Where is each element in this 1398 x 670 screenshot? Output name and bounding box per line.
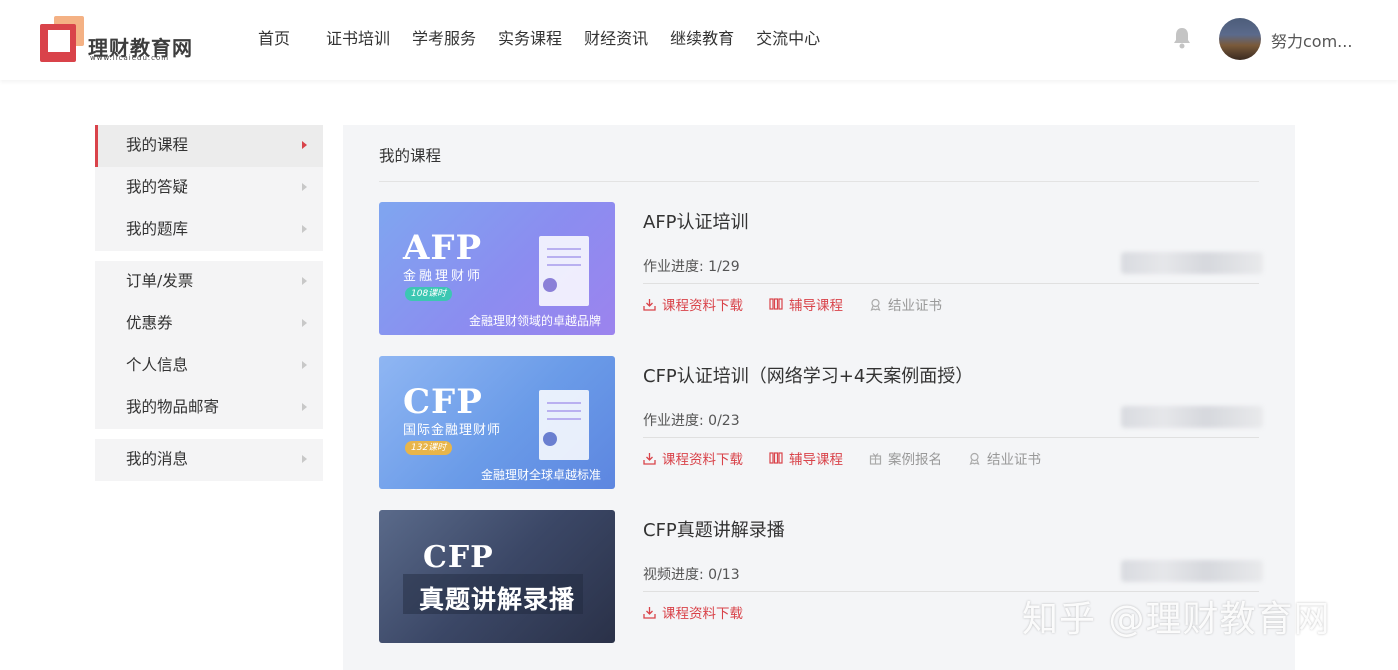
award-icon — [969, 452, 980, 465]
top-header: 理财教育网 www.licaiedu.com 首页 证书培训 学考服务 实务课程… — [0, 0, 1398, 80]
course-card: CFP 国际金融理财师 132课时 金融理财全球卓越标准 CFP认证培训（网络学… — [379, 356, 1263, 490]
download-materials-button[interactable]: 课程资料下载 — [643, 448, 743, 468]
nav-certificate-training[interactable]: 证书培训 — [326, 28, 390, 52]
download-materials-button[interactable]: 课程资料下载 — [643, 294, 743, 314]
sidebar-item-my-qa[interactable]: 我的答疑 — [95, 167, 323, 209]
blurred-info — [1121, 252, 1263, 274]
nav-home[interactable]: 首页 — [258, 28, 290, 52]
tutoring-course-button[interactable]: 辅导课程 — [769, 294, 843, 314]
download-materials-button[interactable]: 课程资料下载 — [643, 602, 743, 622]
sidebar-group-study: 我的课程 我的答疑 我的题库 — [95, 125, 323, 251]
course-title[interactable]: CFP真题讲解录播 — [643, 516, 785, 542]
main-nav: 首页 证书培训 学考服务 实务课程 财经资讯 继续教育 交流中心 — [258, 28, 842, 52]
chevron-right-icon — [302, 319, 307, 327]
course-actions: 课程资料下载 辅导课程 结业证书 — [643, 294, 968, 314]
case-registration-button[interactable]: 案例报名 — [869, 448, 942, 468]
course-actions: 课程资料下载 — [643, 602, 769, 622]
divider — [643, 437, 1259, 438]
completion-certificate-button[interactable]: 结业证书 — [869, 294, 942, 314]
nav-finance-news[interactable]: 财经资讯 — [584, 28, 648, 52]
course-cover-image[interactable]: CFP 真题讲解录播 — [379, 510, 615, 643]
video-progress: 视频进度: 0/13 — [643, 567, 740, 583]
chevron-right-icon — [302, 277, 307, 285]
books-icon — [769, 298, 783, 310]
chevron-right-icon — [302, 403, 307, 411]
logo-mark — [40, 16, 88, 62]
course-cover-image[interactable]: CFP 国际金融理财师 132课时 金融理财全球卓越标准 — [379, 356, 615, 489]
chevron-right-icon — [302, 225, 307, 233]
chevron-right-icon — [302, 141, 307, 149]
course-title[interactable]: AFP认证培训 — [643, 208, 749, 234]
award-icon — [870, 298, 881, 311]
download-icon — [643, 298, 656, 311]
sidebar-item-shipping[interactable]: 我的物品邮寄 — [95, 387, 323, 429]
avatar[interactable] — [1219, 18, 1261, 60]
sidebar-item-personal-info[interactable]: 个人信息 — [95, 345, 323, 387]
watermark: 知乎 @理财教育网 — [1022, 599, 1331, 640]
course-cover-image[interactable]: AFP 金融理财师 108课时 金融理财领域的卓越品牌 — [379, 202, 615, 335]
nav-continuing-education[interactable]: 继续教育 — [670, 28, 734, 52]
sidebar-group-account: 订单/发票 优惠券 个人信息 我的物品邮寄 — [95, 261, 323, 429]
homework-progress: 作业进度: 1/29 — [643, 259, 740, 275]
sidebar-item-orders-invoices[interactable]: 订单/发票 — [95, 261, 323, 303]
page-title: 我的课程 — [379, 147, 442, 165]
sidebar-item-my-courses[interactable]: 我的课程 — [95, 125, 323, 167]
divider — [643, 283, 1259, 284]
sidebar-item-my-question-bank[interactable]: 我的题库 — [95, 209, 323, 251]
blurred-info — [1121, 406, 1263, 428]
blurred-info — [1121, 560, 1263, 582]
course-title[interactable]: CFP认证培训（网络学习+4天案例面授） — [643, 362, 973, 388]
sidebar-item-coupons[interactable]: 优惠券 — [95, 303, 323, 345]
homework-progress: 作业进度: 0/23 — [643, 413, 740, 429]
chevron-right-icon — [302, 455, 307, 463]
logo-url: www.licaiedu.com — [90, 54, 170, 62]
download-icon — [643, 606, 656, 619]
course-card: AFP 金融理财师 108课时 金融理财领域的卓越品牌 AFP认证培训 作业进度… — [379, 202, 1263, 336]
sidebar: 我的课程 我的答疑 我的题库 订单/发票 优惠券 个人信息 我的物品邮寄 我的消… — [95, 125, 323, 491]
completion-certificate-button[interactable]: 结业证书 — [968, 448, 1041, 468]
certificate-icon — [539, 390, 589, 460]
nav-practical-courses[interactable]: 实务课程 — [498, 28, 562, 52]
site-logo[interactable]: 理财教育网 www.licaiedu.com — [40, 16, 192, 64]
tutoring-course-button[interactable]: 辅导课程 — [769, 448, 843, 468]
bell-icon[interactable] — [1172, 26, 1192, 50]
main-panel: 我的课程 AFP 金融理财师 108课时 金融理财领域的卓越品牌 AFP认证培训… — [343, 125, 1295, 670]
nav-community[interactable]: 交流中心 — [756, 28, 820, 52]
username[interactable]: 努力com... — [1271, 28, 1352, 52]
books-icon — [769, 452, 783, 464]
gift-icon — [869, 452, 882, 465]
nav-exam-service[interactable]: 学考服务 — [412, 28, 476, 52]
certificate-icon — [539, 236, 589, 306]
sidebar-item-my-messages[interactable]: 我的消息 — [95, 439, 323, 481]
chevron-right-icon — [302, 361, 307, 369]
chevron-right-icon — [302, 183, 307, 191]
sidebar-group-messages: 我的消息 — [95, 439, 323, 481]
course-actions: 课程资料下载 辅导课程 案例报名 结业证书 — [643, 448, 1067, 468]
divider — [379, 181, 1259, 182]
download-icon — [643, 452, 656, 465]
